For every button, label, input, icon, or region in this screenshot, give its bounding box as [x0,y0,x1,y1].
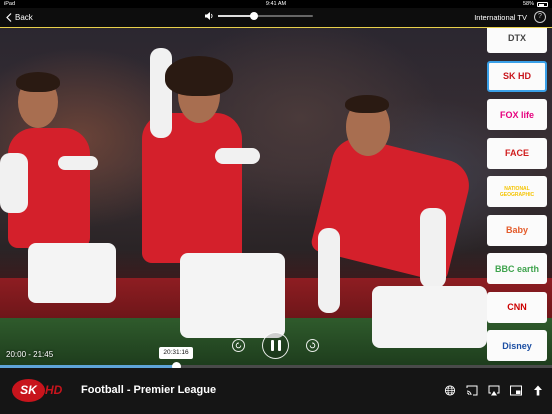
channel-name: FOX life [499,109,534,120]
channel-list[interactable]: DTX SK HD FOX life FACE NATIONAL GEOGRAPHIC B… [487,28,547,365]
help-button[interactable]: ? [534,11,546,23]
pip-icon[interactable] [510,385,522,396]
channel-name: Baby [505,225,528,235]
status-bar: iPad 9:41 AM 58% [0,0,552,8]
globe-icon[interactable] [444,385,456,396]
channel-tile[interactable]: Baby [487,214,547,246]
video-frame[interactable]: 20:00 - 21:45 [0,28,552,368]
chevron-left-icon [6,13,12,22]
rewind-button[interactable] [232,339,245,352]
forward-button[interactable] [306,339,319,352]
airplay-icon[interactable] [488,385,500,396]
battery-icon [537,1,548,7]
channel-tile[interactable]: SK HD [487,60,547,92]
section-title: International TV [474,13,527,22]
channel-tile[interactable]: CNN [487,291,547,323]
channel-tile[interactable]: NATIONAL GEOGRAPHIC [487,176,547,207]
back-button[interactable]: Back [6,11,33,24]
share-icon[interactable] [532,385,544,396]
channel-tile[interactable]: FOX life [487,99,547,130]
channel-name: CNN [507,302,527,312]
scrub-time-tooltip: 20:31:16 [159,347,193,359]
volume-fill [218,15,255,17]
clock: 9:41 AM [265,1,287,7]
back-label: Back [15,13,33,22]
pause-icon [269,340,283,351]
bottom-bar: SK HD Football - Premier League [0,368,552,414]
channel-tile[interactable]: BBC earth [487,253,547,284]
channel-name: FACE [504,148,529,158]
channel-name: NATIONAL GEOGRAPHIC [499,185,535,198]
channel-name: SK HD [502,71,531,81]
top-bar: Back International TV ? [0,8,552,28]
logo-hd-text: HD [45,383,63,397]
battery-percent: 58% [522,1,534,7]
volume-knob[interactable] [250,12,259,20]
channel-tile[interactable]: FACE [487,137,547,169]
channel-name: BBC earth [494,263,539,274]
volume-slider[interactable] [218,12,313,20]
channel-logo: SK HD [12,379,70,402]
volume-control[interactable] [205,12,313,20]
channel-name: DTX [508,32,526,43]
channel-tile[interactable]: DTX [487,28,547,53]
program-title: Football - Premier League [81,384,217,396]
channel-tile[interactable]: Disney [487,330,547,361]
logo-sk-text: SK [12,379,45,402]
battery-indicator: 58% [523,0,548,8]
rewind-icon [235,342,242,349]
channel-name: Disney [502,340,532,351]
play-pause-button[interactable] [262,332,289,359]
broadcast-time: 20:00 - 21:45 [6,350,54,359]
cast-icon[interactable] [466,385,478,396]
speaker-icon [205,12,213,20]
forward-icon [309,342,316,349]
